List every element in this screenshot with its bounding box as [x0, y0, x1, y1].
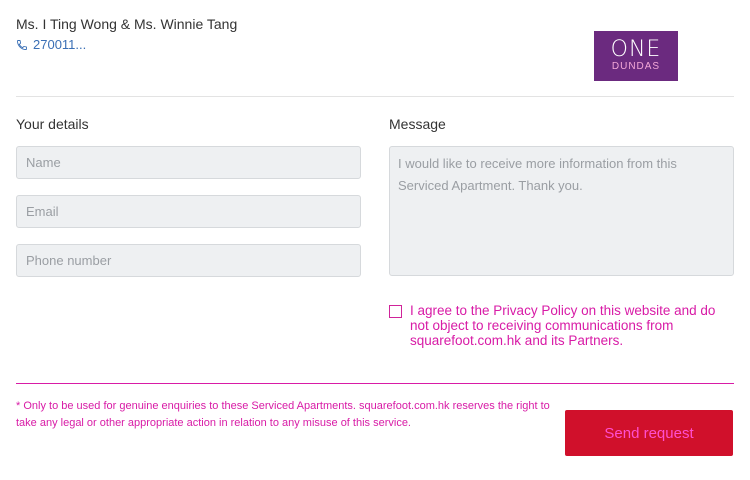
logo-text-bottom: DUNDAS: [611, 61, 661, 72]
divider-bottom: [16, 383, 734, 384]
email-field[interactable]: [16, 195, 361, 228]
agent-phone-link[interactable]: 270011...: [16, 36, 237, 54]
consent-row[interactable]: I agree to the Privacy Policy on this we…: [389, 303, 734, 348]
divider: [16, 96, 734, 97]
send-request-button[interactable]: Send request: [565, 410, 733, 456]
name-input[interactable]: [26, 155, 351, 170]
message-textarea[interactable]: I would like to receive more information…: [389, 146, 734, 276]
email-input[interactable]: [26, 204, 351, 219]
phone-icon: [17, 40, 27, 50]
consent-checkbox[interactable]: [389, 305, 402, 318]
phone-input[interactable]: [26, 253, 351, 268]
phone-field[interactable]: [16, 244, 361, 277]
agent-phone-number[interactable]: 270011...: [33, 36, 86, 54]
agent-info: Ms. I Ting Wong & Ms. Winnie Tang 270011…: [16, 14, 237, 54]
name-field[interactable]: [16, 146, 361, 179]
consent-text: I agree to the Privacy Policy on this we…: [410, 303, 716, 348]
logo-text-top: ONE: [610, 37, 662, 62]
agency-logo[interactable]: ONE DUNDAS: [594, 31, 678, 81]
agent-name: Ms. I Ting Wong & Ms. Winnie Tang: [16, 16, 238, 32]
disclaimer-text: * Only to be used for genuine enquiries …: [16, 400, 550, 429]
message-heading: Message: [389, 116, 446, 132]
your-details-heading: Your details: [16, 116, 89, 132]
